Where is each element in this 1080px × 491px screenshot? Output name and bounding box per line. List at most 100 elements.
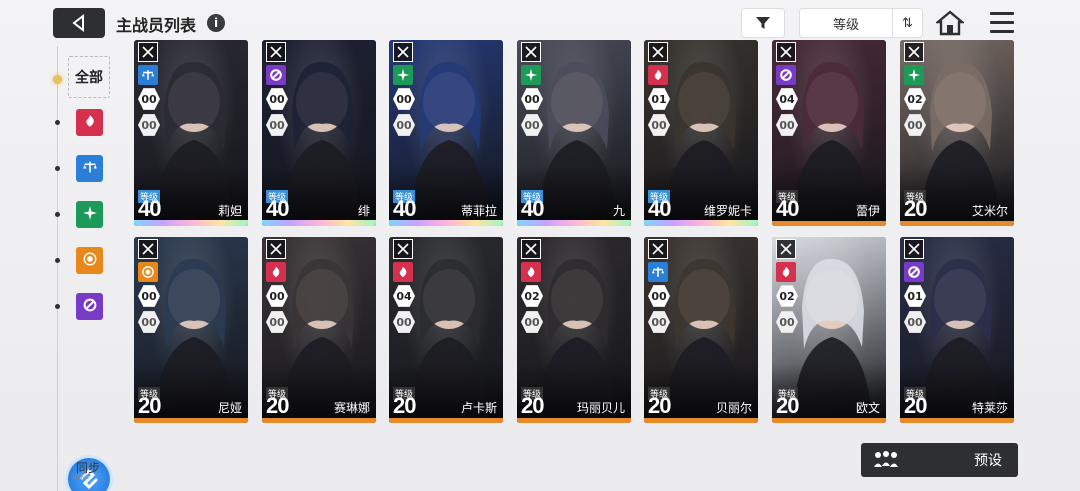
character-card[interactable]: 00 00 等级 20 贝丽尔 [644,237,758,423]
character-name: 赛琳娜 [333,401,370,415]
character-name: 维罗妮卡 [703,204,752,218]
sub-count-badge: 00 [648,114,670,136]
fire-element-icon [81,112,99,134]
void-element-icon [266,65,286,85]
sidebar-dot [55,304,60,309]
sub-count-badge: 00 [521,311,543,333]
rarity-bar [389,220,503,226]
badge-column: 01 00 [904,239,926,337]
rarity-bar [900,221,1014,226]
wind-element-icon [521,65,541,85]
upgrade-count-badge: 00 [138,285,160,307]
badge-column: 00 00 [648,239,670,337]
wind-element-icon [904,65,924,85]
sort-label: 等级 [832,17,859,33]
character-card[interactable]: 00 00 等级 20 尼娅 [134,237,248,423]
class-badge-icon [904,42,924,62]
character-card[interactable]: 00 00 等级 40 蒂菲拉 [389,40,503,226]
upgrade-count-badge: 00 [138,88,160,110]
badge-column: 01 00 [648,42,670,140]
level-value: 20 [904,196,928,221]
sort-order-toggle[interactable]: ⇅ [892,9,922,37]
sub-count-badge: 00 [266,114,288,136]
void-element-icon [904,262,924,282]
filter-all-button[interactable]: 全部 [68,56,110,98]
character-name: 特莱莎 [971,401,1008,415]
sidebar-active-indicator [53,75,62,84]
upgrade-count-badge: 02 [904,88,926,110]
character-card[interactable]: 04 00 等级 40 蕾伊 [772,40,886,226]
character-card[interactable]: 00 00 等级 40 绯 [262,40,376,226]
upgrade-count-badge: 02 [776,285,798,307]
character-card[interactable]: 00 00 等级 40 莉妲 [134,40,248,226]
sub-count-badge: 00 [648,311,670,333]
character-card[interactable]: 02 00 等级 20 艾米尔 [900,40,1014,226]
character-card[interactable]: 04 00 等级 20 卢卡斯 [389,237,503,423]
level-value: 20 [776,393,800,418]
upgrade-count-badge: 00 [648,285,670,307]
badge-column: 00 00 [138,239,160,337]
wind-element-icon [81,204,99,226]
character-card[interactable]: 01 00 等级 20 特莱莎 [900,237,1014,423]
void-element-filter-button[interactable] [76,293,103,320]
preset-button[interactable]: 预设 [861,443,1018,477]
sub-count-badge: 00 [393,114,415,136]
balance-element-filter-button[interactable] [76,155,103,182]
sub-count-badge: 00 [138,114,160,136]
character-name: 蒂菲拉 [460,204,497,218]
character-card[interactable]: 02 00 等级 20 欧文 [772,237,886,423]
sun-element-filter-button[interactable] [76,247,103,274]
wind-element-filter-button[interactable] [76,201,103,228]
rarity-bar [517,418,631,423]
sub-count-badge: 00 [393,311,415,333]
sidebar-dot [55,212,60,217]
character-name: 尼娅 [217,401,242,415]
rarity-bar [644,418,758,423]
sync-sublabel: SYNC [73,474,90,481]
upgrade-count-badge: 00 [266,285,288,307]
badge-column: 00 00 [393,42,415,140]
character-card[interactable]: 01 00 等级 40 维罗妮卡 [644,40,758,226]
upgrade-count-badge: 00 [393,88,415,110]
sub-count-badge: 00 [776,311,798,333]
class-badge-icon [266,42,286,62]
sub-count-badge: 00 [266,311,288,333]
team-members-icon [874,451,898,467]
character-name: 贝丽尔 [715,401,752,415]
level-value: 40 [648,196,672,221]
wind-element-icon [393,65,413,85]
sub-count-badge: 00 [138,311,160,333]
badge-column: 02 00 [904,42,926,140]
sub-count-badge: 00 [776,114,798,136]
rarity-bar [772,221,886,226]
level-value: 20 [648,393,672,418]
rarity-bar [900,418,1014,423]
menu-icon-bar [990,30,1014,33]
rarity-bar [389,418,503,423]
fire-element-filter-button[interactable] [76,109,103,136]
sub-count-badge: 00 [904,114,926,136]
character-name: 九 [612,204,625,218]
filter-button[interactable] [741,8,785,38]
home-button[interactable] [934,9,966,37]
upgrade-count-badge: 00 [266,88,288,110]
rarity-bar [134,418,248,423]
character-card[interactable]: 00 00 等级 20 赛琳娜 [262,237,376,423]
badge-column: 02 00 [521,239,543,337]
upgrade-count-badge: 00 [521,88,543,110]
back-button[interactable] [53,8,105,38]
character-card[interactable]: 02 00 等级 20 玛丽贝儿 [517,237,631,423]
sidebar-dot [55,258,60,263]
sun-element-icon [81,250,99,272]
badge-column: 04 00 [393,239,415,337]
fire-element-icon [521,262,541,282]
class-badge-icon [393,42,413,62]
info-icon[interactable]: i [207,14,225,32]
character-card[interactable]: 00 00 等级 40 九 [517,40,631,226]
balance-element-icon [81,158,99,180]
sort-dropdown[interactable]: 等级 ⇅ [799,8,923,38]
filter-funnel-icon [756,17,770,29]
badge-column: 00 00 [266,239,288,337]
menu-button[interactable] [990,12,1014,34]
level-value: 40 [138,196,162,221]
